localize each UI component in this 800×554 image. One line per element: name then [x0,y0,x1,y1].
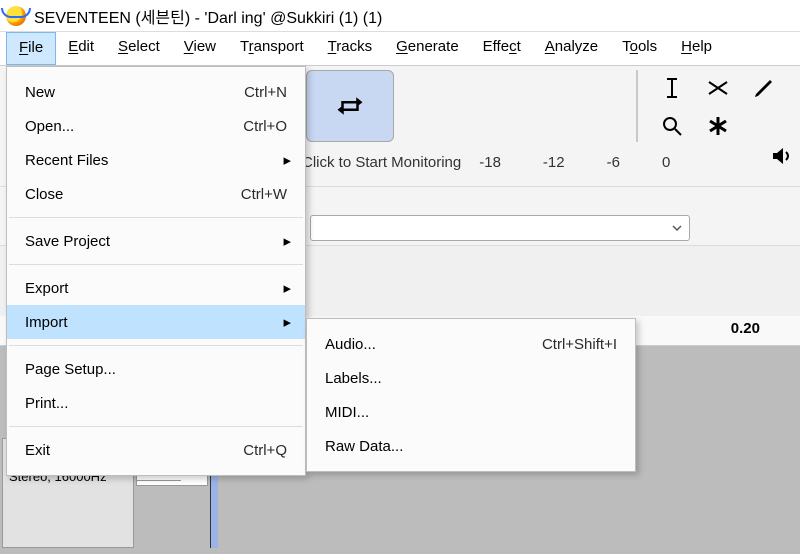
toolbar-separator [636,70,638,142]
menu-separator [9,217,303,218]
file-page-setup[interactable]: Page Setup... [7,352,305,386]
ibeam-icon [660,76,684,100]
import-labels[interactable]: Labels... [307,361,635,395]
zoom-tool[interactable] [650,108,694,144]
meter-label[interactable]: Click to Start Monitoring [302,154,461,171]
empty-tool [742,108,786,144]
menu-separator [9,264,303,265]
menu-analyze[interactable]: Analyze [533,32,610,65]
file-open[interactable]: Open...Ctrl+O [7,109,305,143]
app-logo-icon [6,6,26,26]
file-print[interactable]: Print... [7,386,305,420]
meter-ticks: -18 -12 -6 0 [479,154,670,171]
tool-palette [650,70,786,144]
file-recent[interactable]: Recent Files▸ [7,143,305,177]
envelope-tool[interactable] [696,70,740,106]
import-raw[interactable]: Raw Data... [307,429,635,463]
menu-tracks[interactable]: Tracks [316,32,384,65]
menu-generate[interactable]: Generate [384,32,471,65]
file-exit[interactable]: ExitCtrl+Q [7,433,305,467]
menu-separator [9,426,303,427]
playback-meter-speaker[interactable] [770,144,794,172]
loop-icon [335,91,365,121]
chevron-right-icon: ▸ [283,151,291,169]
window-title: SEVENTEEN (세븐틴) - 'Darl ing' @Sukkiri (1… [34,4,382,28]
file-save-project[interactable]: Save Project▸ [7,224,305,258]
file-import[interactable]: Import▸ [7,305,305,339]
menu-transport[interactable]: Transport [228,32,316,65]
file-export[interactable]: Export▸ [7,271,305,305]
file-menu-dropdown: NewCtrl+N Open...Ctrl+O Recent Files▸ Cl… [6,66,306,476]
menu-select[interactable]: Select [106,32,172,65]
envelope-icon [706,76,730,100]
loop-button[interactable] [306,70,394,142]
file-close[interactable]: CloseCtrl+W [7,177,305,211]
pencil-icon [752,76,776,100]
menu-separator [9,345,303,346]
menu-bar: File Edit Select View Transport Tracks G… [0,32,800,66]
recording-meter[interactable]: Click to Start Monitoring -18 -12 -6 0 [302,144,800,180]
file-new[interactable]: NewCtrl+N [7,75,305,109]
menu-help[interactable]: Help [669,32,724,65]
chevron-down-icon [671,222,683,234]
import-midi[interactable]: MIDI... [307,395,635,429]
chevron-right-icon: ▸ [283,232,291,250]
device-dropdown[interactable] [310,215,690,241]
chevron-right-icon: ▸ [283,279,291,297]
multi-tool[interactable] [696,108,740,144]
menu-view[interactable]: View [172,32,228,65]
speaker-icon [770,144,794,168]
draw-tool[interactable] [742,70,786,106]
chevron-right-icon: ▸ [283,313,291,331]
title-bar: SEVENTEEN (세븐틴) - 'Darl ing' @Sukkiri (1… [0,0,800,32]
magnifier-icon [660,114,684,138]
asterisk-icon [706,114,730,138]
import-audio[interactable]: Audio...Ctrl+Shift+I [307,327,635,361]
menu-edit[interactable]: Edit [56,32,106,65]
import-submenu: Audio...Ctrl+Shift+I Labels... MIDI... R… [306,318,636,472]
menu-tools[interactable]: Tools [610,32,669,65]
selection-tool[interactable] [650,70,694,106]
menu-effect[interactable]: Effect [471,32,533,65]
timeline-tick: 0.20 [731,320,760,337]
menu-file[interactable]: File [6,32,56,65]
